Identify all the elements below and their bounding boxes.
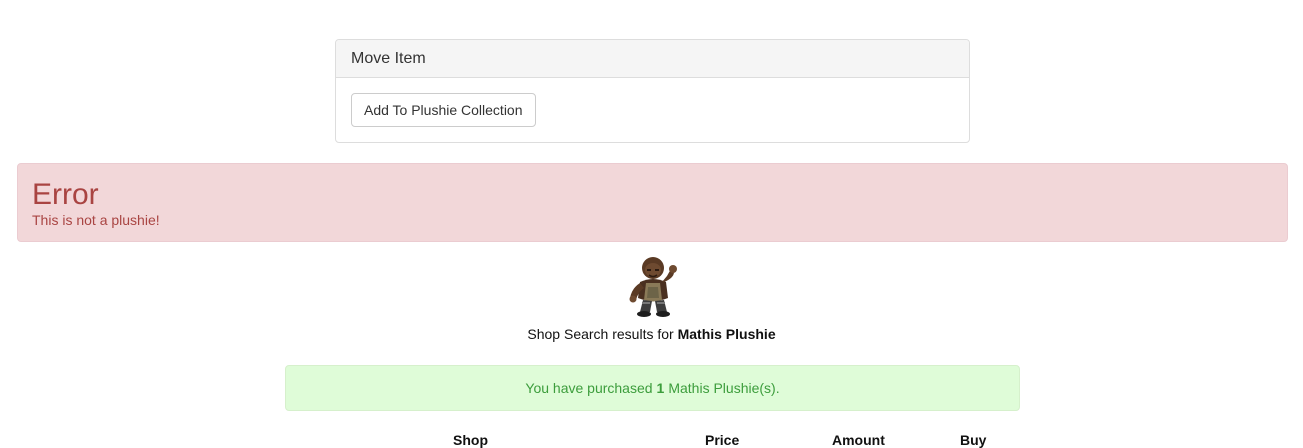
error-title: Error	[32, 178, 99, 211]
purchase-success-alert: You have purchased 1 Mathis Plushie(s).	[285, 365, 1020, 411]
purchase-count: 1	[656, 380, 665, 396]
purchase-prefix: You have purchased	[525, 380, 653, 396]
purchase-suffix: Mathis Plushie(s).	[668, 380, 780, 396]
column-header-shop: Shop	[453, 432, 488, 448]
search-results-caption: Shop Search results for Mathis Plushie	[0, 326, 1303, 342]
plushie-image	[622, 254, 682, 320]
add-to-plushie-collection-button[interactable]: Add To Plushie Collection	[351, 93, 536, 127]
search-caption-prefix: Shop Search results for	[527, 326, 678, 342]
move-item-panel: Move Item Add To Plushie Collection	[335, 39, 970, 143]
error-message: This is not a plushie!	[32, 212, 160, 228]
search-item-name: Mathis Plushie	[677, 326, 776, 342]
move-item-body: Add To Plushie Collection	[336, 78, 969, 142]
column-header-buy: Buy	[960, 432, 987, 448]
shop-results-table-header: Shop Price Amount Buy	[0, 432, 1303, 448]
column-header-amount: Amount	[832, 432, 885, 448]
error-alert: Error This is not a plushie!	[17, 163, 1288, 242]
column-header-price: Price	[705, 432, 740, 448]
move-item-heading: Move Item	[336, 40, 969, 78]
